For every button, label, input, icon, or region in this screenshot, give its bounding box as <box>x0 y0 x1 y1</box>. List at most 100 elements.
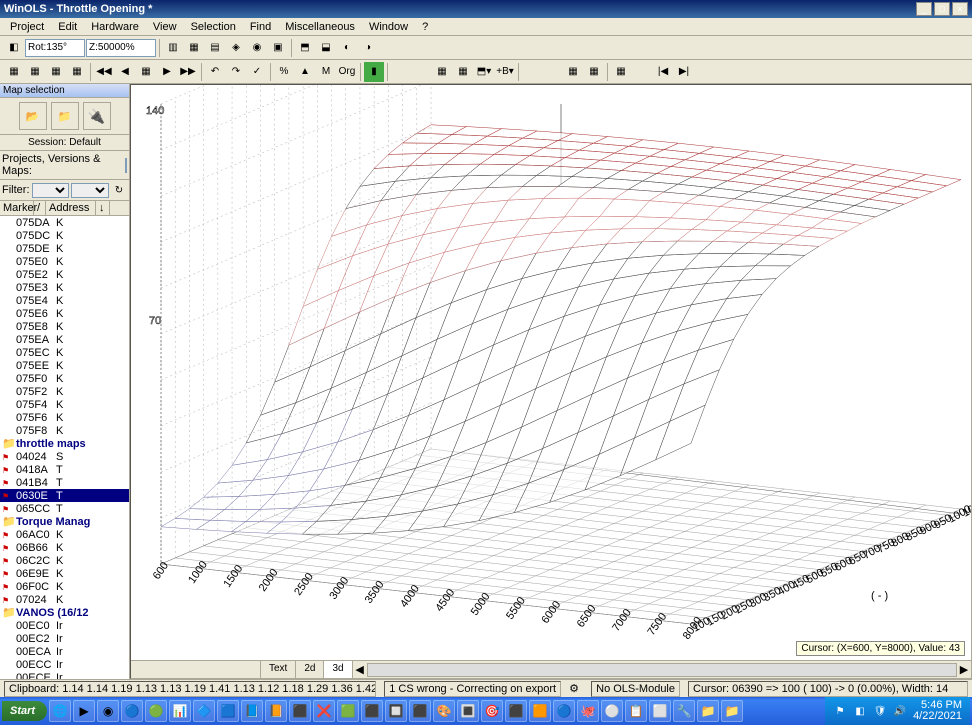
zoom-field[interactable] <box>86 39 156 57</box>
taskbar-app-13[interactable]: ⬛ <box>361 700 383 722</box>
list-item[interactable]: ⚑065CCT <box>0 502 129 515</box>
tb2-1[interactable]: ▦ <box>4 62 24 82</box>
filter-select-1[interactable] <box>32 183 70 198</box>
list-item[interactable]: 075DEK <box>0 242 129 255</box>
maximize-button[interactable]: □ <box>934 2 950 16</box>
tb2-12[interactable]: ✓ <box>247 62 267 82</box>
tab-text[interactable]: Text <box>261 661 296 678</box>
menu-hardware[interactable]: Hardware <box>85 19 145 35</box>
tb2-25[interactable]: |◀ <box>653 62 673 82</box>
tb2-10[interactable]: ↶ <box>205 62 225 82</box>
list-item[interactable]: 075E4K <box>0 294 129 307</box>
taskbar-app-0[interactable]: 🌐 <box>49 700 71 722</box>
list-item[interactable]: 075E3K <box>0 281 129 294</box>
taskbar-app-9[interactable]: 📙 <box>265 700 287 722</box>
tb2-13[interactable]: % <box>274 62 294 82</box>
tab-2d[interactable]: 2d <box>296 661 324 678</box>
tb2-23[interactable]: ▦ <box>584 62 604 82</box>
tb2-17[interactable]: ▮ <box>364 62 384 82</box>
col-slash[interactable]: / <box>34 201 46 215</box>
tb2-6[interactable]: ◀ <box>115 62 135 82</box>
pvm-select[interactable]: (Ctrl) <box>125 158 127 173</box>
open-map-button[interactable]: 📁 <box>51 102 79 130</box>
taskbar-app-27[interactable]: 📁 <box>697 700 719 722</box>
tray-icon-3[interactable]: 🛡 <box>873 704 887 718</box>
list-item[interactable]: ⚑04024S <box>0 450 129 463</box>
list-item[interactable]: 00EC2Ir <box>0 632 129 645</box>
list-item[interactable]: 📁VANOS (16/12 <box>0 606 129 619</box>
list-item[interactable]: 075E2K <box>0 268 129 281</box>
menu-miscellaneous[interactable]: Miscellaneous <box>279 19 361 35</box>
list-item[interactable]: 00EC0Ir <box>0 619 129 632</box>
minimize-button[interactable]: _ <box>916 2 932 16</box>
tb-btn-2[interactable]: ▦ <box>184 38 204 58</box>
tb2-8[interactable]: ▶ <box>157 62 177 82</box>
menu-edit[interactable]: Edit <box>52 19 83 35</box>
h-scrollbar[interactable] <box>367 663 957 677</box>
list-item[interactable]: 075DAK <box>0 216 129 229</box>
list-item[interactable]: 075ECK <box>0 346 129 359</box>
tb2-19[interactable]: ▦ <box>453 62 473 82</box>
menu-project[interactable]: Project <box>4 19 50 35</box>
tb2-22[interactable]: ▦ <box>563 62 583 82</box>
list-item[interactable]: 075F4K <box>0 398 129 411</box>
menu-find[interactable]: Find <box>244 19 277 35</box>
list-item[interactable]: ⚑0630ET <box>0 489 129 502</box>
taskbar-app-24[interactable]: 📋 <box>625 700 647 722</box>
taskbar-app-23[interactable]: ⚪ <box>601 700 623 722</box>
list-item[interactable]: ⚑041B4T <box>0 476 129 489</box>
list-item[interactable]: ⚑06AC0K <box>0 528 129 541</box>
taskbar-app-1[interactable]: ▶ <box>73 700 95 722</box>
list-item[interactable]: 📁Torque Manag <box>0 515 129 528</box>
tray-icon-2[interactable]: ◧ <box>853 704 867 718</box>
tb2-16[interactable]: Org <box>337 62 357 82</box>
tb-btn-6[interactable]: ▣ <box>268 38 288 58</box>
menu-window[interactable]: Window <box>363 19 414 35</box>
menu-selection[interactable]: Selection <box>185 19 242 35</box>
tb-btn-8[interactable]: ⬓ <box>316 38 336 58</box>
taskbar-app-12[interactable]: 🟩 <box>337 700 359 722</box>
list-item[interactable]: 075F8K <box>0 424 129 437</box>
list-item[interactable]: 00ECCIr <box>0 658 129 671</box>
tb2-5[interactable]: ◀◀ <box>94 62 114 82</box>
tb2-2[interactable]: ▦ <box>25 62 45 82</box>
col-address[interactable]: Address <box>46 201 96 215</box>
tb2-20[interactable]: ⬒▾ <box>474 62 494 82</box>
list-item[interactable]: 075F0K <box>0 372 129 385</box>
tb-btn-10[interactable]: ◑ <box>358 38 378 58</box>
taskbar-app-8[interactable]: 📘 <box>241 700 263 722</box>
taskbar-app-14[interactable]: 🔲 <box>385 700 407 722</box>
tb-btn-7[interactable]: ⬒ <box>295 38 315 58</box>
home-button[interactable]: ◧ <box>4 38 24 58</box>
clock[interactable]: 5:46 PM 4/22/2021 <box>913 700 962 722</box>
filter-select-2[interactable] <box>71 183 109 198</box>
connect-button[interactable]: 🔌 <box>83 102 111 130</box>
list-item[interactable]: 075E0K <box>0 255 129 268</box>
tb2-11[interactable]: ↷ <box>226 62 246 82</box>
scroll-right[interactable]: ▶ <box>957 663 971 676</box>
list-item[interactable]: 00ECEIr <box>0 671 129 679</box>
tray-icon-4[interactable]: 🔊 <box>893 704 907 718</box>
list-item[interactable]: 075DCK <box>0 229 129 242</box>
list-item[interactable]: ⚑06F0CK <box>0 580 129 593</box>
taskbar-app-10[interactable]: ⬛ <box>289 700 311 722</box>
tb-btn-3[interactable]: ▤ <box>205 38 225 58</box>
list-item[interactable]: 075F6K <box>0 411 129 424</box>
taskbar-app-19[interactable]: ⬛ <box>505 700 527 722</box>
list-item[interactable]: ⚑06C2CK <box>0 554 129 567</box>
list-item[interactable]: ⚑06E9EK <box>0 567 129 580</box>
taskbar-app-11[interactable]: ❌ <box>313 700 335 722</box>
tb2-26[interactable]: ▶| <box>674 62 694 82</box>
chart-area[interactable]: 140 70 600100015002000250030003500400045… <box>130 84 972 679</box>
tb2-24[interactable]: ▦ <box>611 62 631 82</box>
list-item[interactable]: ⚑06B66K <box>0 541 129 554</box>
close-button[interactable]: × <box>952 2 968 16</box>
start-button[interactable]: Start <box>2 701 47 721</box>
tb2-9[interactable]: ▶▶ <box>178 62 198 82</box>
tab-3d[interactable]: 3d <box>324 661 352 678</box>
taskbar-app-15[interactable]: ⬛ <box>409 700 431 722</box>
taskbar-app-28[interactable]: 📁 <box>721 700 743 722</box>
scroll-left[interactable]: ◀ <box>353 663 367 676</box>
tb2-14[interactable]: ▲ <box>295 62 315 82</box>
tb-btn-4[interactable]: ◈ <box>226 38 246 58</box>
